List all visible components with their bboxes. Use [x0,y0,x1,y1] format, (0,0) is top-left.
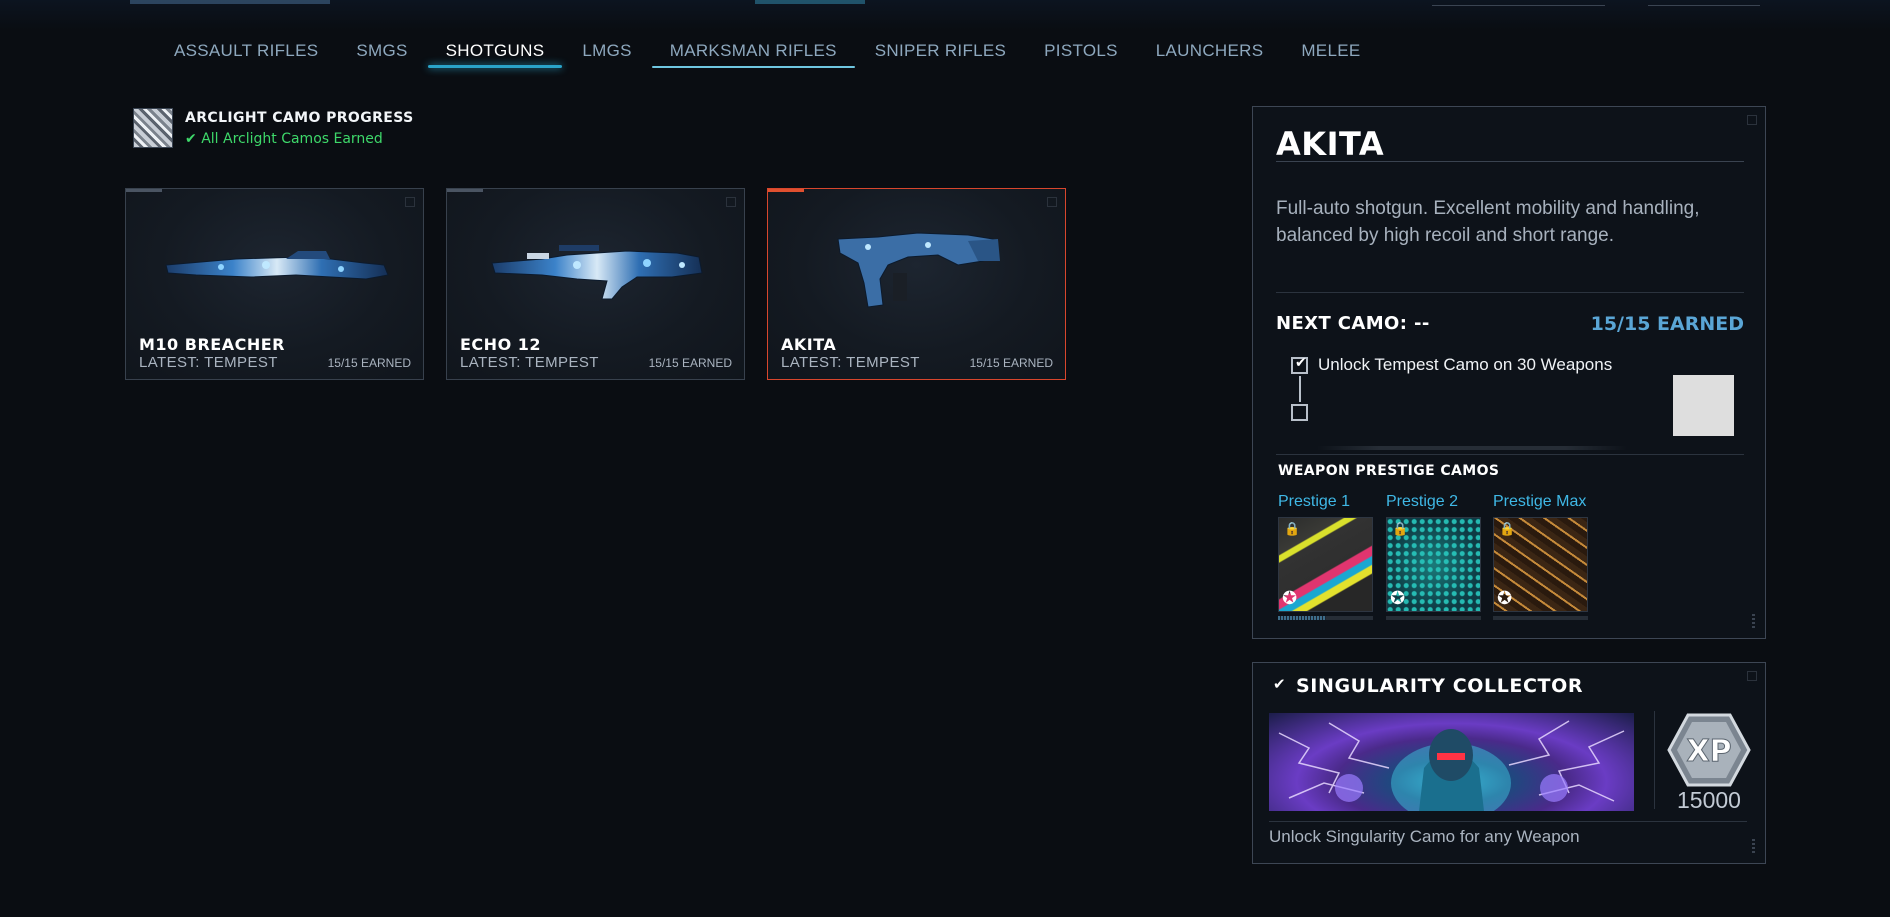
singularity-banner-image [1269,713,1634,811]
prestige-camo-tile: 🔒 ✪ [1493,517,1588,612]
prestige-camo-2[interactable]: Prestige 2 🔒 ✪ [1386,493,1481,620]
prestige-camo-1[interactable]: Prestige 1 🔒 ✪ [1278,493,1373,620]
tab-launchers[interactable]: LAUNCHERS [1137,40,1283,72]
weapon-latest-camo: LATEST: TEMPEST [781,354,920,371]
singularity-collector-panel: ✔ SINGULARITY COLLECTOR XP 15000 Unlock … [1252,662,1766,864]
top-input-edge [1432,0,1605,6]
prestige-camo-max[interactable]: Prestige Max 🔒 ✪ [1493,493,1588,620]
weapon-latest-camo: LATEST: TEMPEST [139,354,278,371]
lock-icon: 🔒 [1392,522,1409,537]
next-camo-label: NEXT CAMO: -- [1276,313,1430,334]
challenge-text: Unlock Tempest Camo on 30 Weapons [1318,355,1613,374]
tab-melee[interactable]: MELEE [1282,40,1379,72]
weapon-card-m10-breacher[interactable]: M10 BREACHER LATEST: TEMPEST 15/15 EARNE… [125,188,424,380]
camo-reward-preview[interactable] [1673,375,1734,436]
prestige-camo-tile: 🔒 ✪ [1278,517,1373,612]
xp-badge-label: XP [1686,734,1731,769]
detail-title: AKITA [1276,125,1385,163]
prestige-progress-bar [1278,616,1373,620]
card-corner-bar [126,189,162,192]
scroll-handle[interactable] [1752,614,1755,628]
tab-assault-rifles[interactable]: ASSAULT RIFLES [155,40,337,72]
arclight-status: ✔ All Arclight Camos Earned [185,130,383,147]
challenge-checkbox-empty [1291,404,1308,421]
xp-badge-icon: XP [1667,713,1751,787]
prestige-progress-fill [1278,616,1326,620]
weapon-card-echo-12[interactable]: ECHO 12 LATEST: TEMPEST 15/15 EARNED [446,188,745,380]
weapon-earned-count: 15/15 EARNED [327,356,411,370]
singularity-description: Unlock Singularity Camo for any Weapon [1269,827,1580,846]
top-decoration [755,0,865,4]
divider [1276,454,1744,455]
lock-icon: 🔒 [1499,522,1516,537]
check-icon: ✔ [1273,675,1286,693]
top-input-edge [1648,0,1760,6]
arclight-camo-progress[interactable]: ARCLIGHT CAMO PROGRESS ✔ All Arclight Ca… [133,108,414,148]
challenge-progress-track [1317,446,1627,450]
check-icon: ✔ [1295,355,1307,371]
pin-icon [1747,671,1757,681]
top-glow [0,0,1890,30]
card-corner-bar [768,189,804,192]
challenge-connector [1299,376,1301,402]
prestige-camo-tile: 🔒 ✪ [1386,517,1481,612]
weapon-name: AKITA [781,335,837,354]
prestige-progress-bar [1493,616,1588,620]
tab-pistols[interactable]: PISTOLS [1025,40,1137,72]
xp-amount: 15000 [1677,787,1741,813]
prestige-emblem-icon: ✪ [1282,588,1298,609]
weapon-detail-panel: AKITA Full-auto shotgun. Excellent mobil… [1252,106,1766,639]
tab-sniper-rifles[interactable]: SNIPER RIFLES [856,40,1025,72]
prestige-heading: WEAPON PRESTIGE CAMOS [1278,463,1500,479]
divider [1276,292,1744,293]
weapon-description: Full-auto shotgun. Excellent mobility an… [1276,198,1700,246]
weapon-name: ECHO 12 [460,335,541,354]
weapon-card-akita[interactable]: AKITA LATEST: TEMPEST 15/15 EARNED [767,188,1066,380]
hover-tab-underline [651,66,855,68]
tab-lmgs[interactable]: LMGS [563,40,650,72]
tab-smgs[interactable]: SMGS [337,40,426,72]
weapon-latest-camo: LATEST: TEMPEST [460,354,599,371]
divider [1269,821,1747,822]
check-icon: ✔ [185,130,197,147]
divider [1276,161,1744,162]
singularity-title: SINGULARITY COLLECTOR [1296,675,1584,697]
arclight-title: ARCLIGHT CAMO PROGRESS [185,109,414,126]
tab-marksman-rifles[interactable]: MARKSMAN RIFLES [651,40,856,72]
scroll-handle[interactable] [1752,839,1755,853]
weapon-image [165,251,389,280]
prestige-emblem-icon: ✪ [1390,588,1406,609]
prestige-progress-bar [1386,616,1481,620]
pin-icon [1747,115,1757,125]
weapon-image [837,232,1000,308]
prestige-label: Prestige 1 [1278,493,1351,510]
challenge-checkbox-completed: ✔ [1291,355,1308,374]
camo-earned-count: 15/15 EARNED [1590,313,1744,335]
weapon-earned-count: 15/15 EARNED [969,356,1053,370]
weapon-category-tabs: ASSAULT RIFLES SMGS SHOTGUNS LMGS MARKSM… [155,40,1379,72]
weapon-name: M10 BREACHER [139,335,285,354]
tab-shotguns[interactable]: SHOTGUNS [427,40,564,72]
prestige-label: Prestige 2 [1386,493,1459,510]
weapon-image [491,245,703,300]
prestige-emblem-icon: ✪ [1497,588,1513,609]
arclight-camo-thumbnail [133,108,173,148]
weapon-earned-count: 15/15 EARNED [648,356,732,370]
active-tab-underline [427,65,563,68]
prestige-label: Prestige Max [1493,493,1587,510]
top-decoration [130,0,330,4]
lock-icon: 🔒 [1284,522,1301,537]
card-corner-bar [447,189,483,192]
